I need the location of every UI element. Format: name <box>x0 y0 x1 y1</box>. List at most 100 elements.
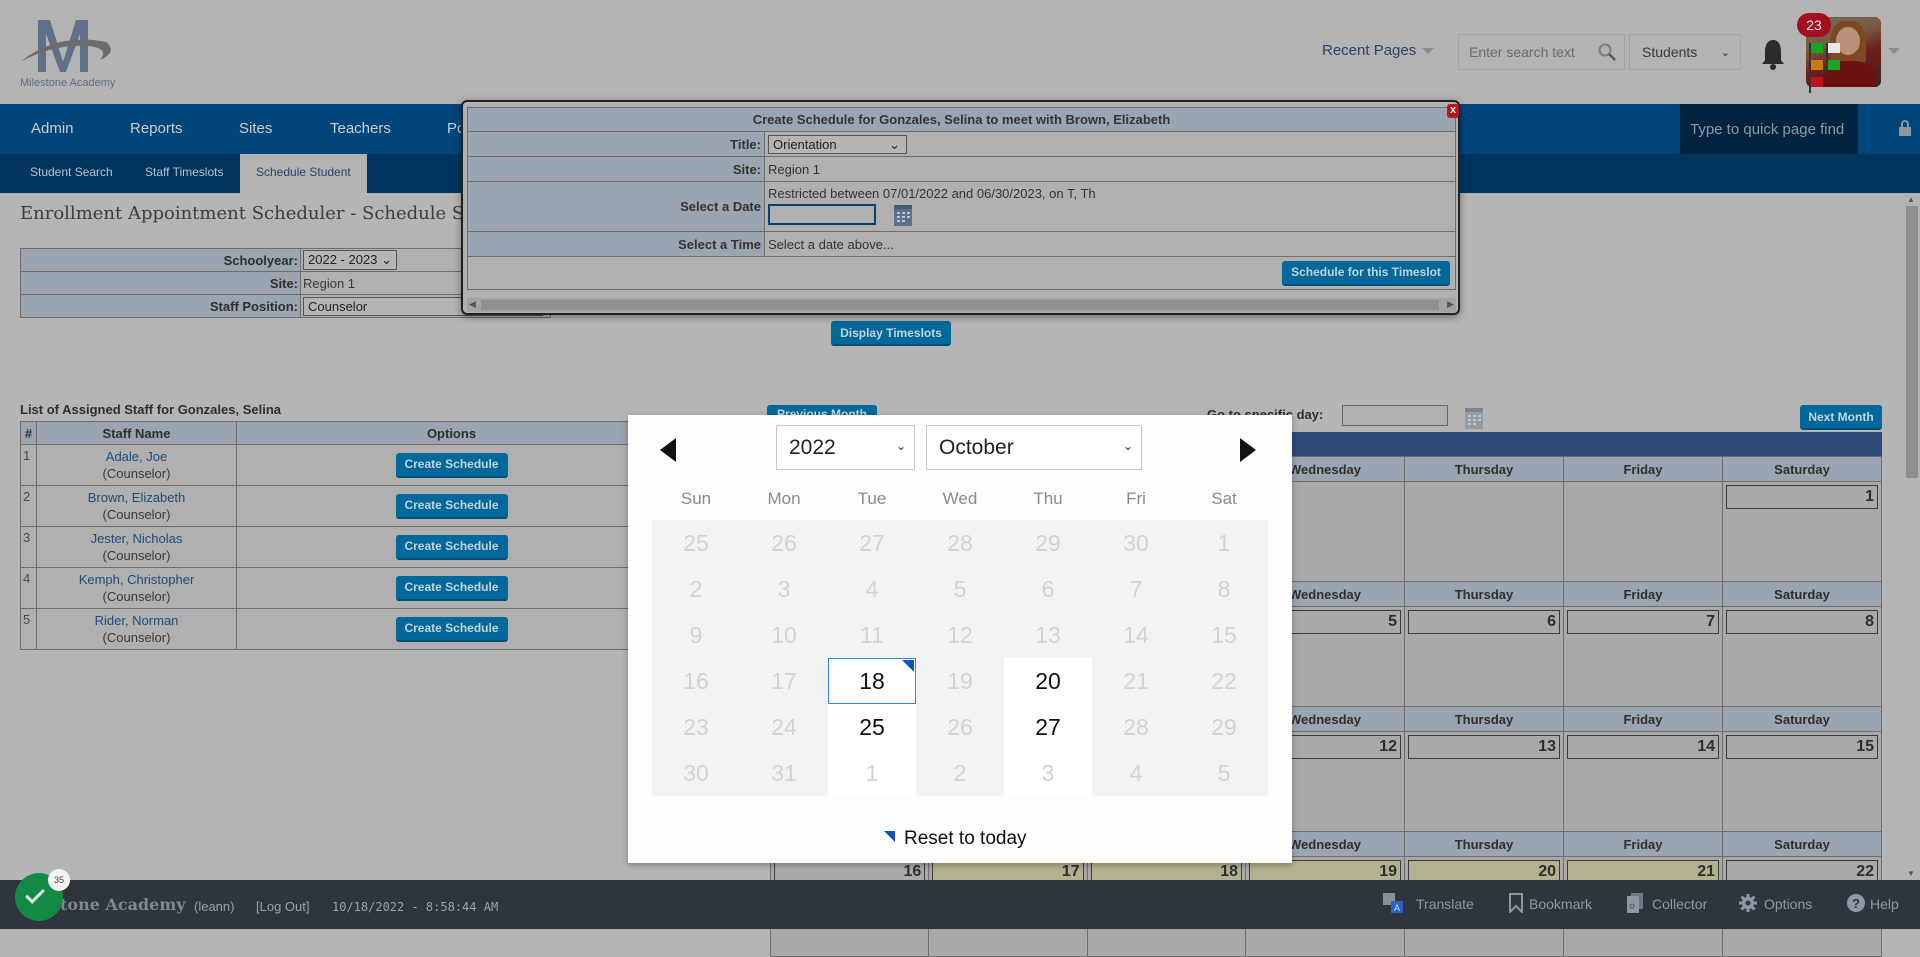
calendar-day[interactable]: 14 <box>1567 735 1719 759</box>
table-row: 3 Jester, Nicholas (Counselor) Create Sch… <box>20 526 667 568</box>
display-timeslots-button[interactable]: Display Timeslots <box>831 321 951 346</box>
create-schedule-button[interactable]: Create Schedule <box>395 616 508 642</box>
white-flag-icon <box>1826 43 1840 59</box>
tab-student-search[interactable]: Student Search <box>30 154 113 193</box>
weekday-label: Thu <box>1033 489 1063 508</box>
search-input[interactable] <box>1459 35 1589 69</box>
date-cell-available[interactable]: 25 <box>828 704 916 750</box>
create-schedule-button[interactable]: Create Schedule <box>395 575 508 601</box>
calendar-icon[interactable] <box>1464 404 1484 430</box>
date-cell: 11 <box>860 622 884 648</box>
next-month-arrow-icon[interactable] <box>1240 438 1256 462</box>
title-select-value: Orientation <box>773 136 837 152</box>
tab-staff-timeslots[interactable]: Staff Timeslots <box>145 154 223 193</box>
date-input[interactable] <box>768 203 876 225</box>
title-select[interactable]: Orientation ⌄ <box>768 134 907 154</box>
scrollbar-thumb[interactable] <box>481 300 1439 310</box>
page-scrollbar[interactable]: ▲ ▼ <box>1902 193 1920 880</box>
month-select-value: October <box>939 436 1014 459</box>
create-schedule-button[interactable]: Create Schedule <box>395 452 508 478</box>
scroll-up-icon[interactable]: ▲ <box>1907 195 1915 204</box>
calendar-day[interactable]: 13 <box>1408 735 1560 759</box>
options-button[interactable]: Options <box>1764 896 1812 912</box>
staff-name-link[interactable]: Kemph, Christopher <box>38 571 235 588</box>
row-number: 3 <box>20 526 37 568</box>
translate-button[interactable]: Translate <box>1416 896 1474 912</box>
calendar-icon[interactable] <box>892 201 914 227</box>
caret-down-icon[interactable] <box>1888 48 1900 54</box>
nav-item-admin[interactable]: Admin <box>31 120 74 137</box>
reset-to-today-link[interactable]: Reset to today <box>904 828 1027 850</box>
date-cell-available[interactable]: 20 <box>1004 658 1092 704</box>
green-flag-icon <box>1809 43 1823 59</box>
header: Milestone Academy Recent Pages Students … <box>0 0 1920 104</box>
lock-icon[interactable] <box>1899 120 1911 136</box>
gear-icon[interactable] <box>1738 893 1758 913</box>
calendar-day[interactable]: 7 <box>1567 610 1719 634</box>
date-cell: 2 <box>689 576 703 602</box>
date-cell-available[interactable]: 27 <box>1004 704 1092 750</box>
search-icon[interactable] <box>1598 43 1616 61</box>
column-header-options: Options <box>236 421 667 445</box>
weekday-header: Saturday <box>1722 831 1882 857</box>
collector-button[interactable]: Collector <box>1652 896 1707 912</box>
title-label: Title: <box>467 131 765 157</box>
bookmark-icon[interactable] <box>1506 893 1526 913</box>
help-button[interactable]: Help <box>1870 896 1899 912</box>
schoolyear-select[interactable]: 2022 - 2023 ⌄ <box>303 250 397 270</box>
create-schedule-button[interactable]: Create Schedule <box>395 534 508 560</box>
scroll-down-icon[interactable]: ▼ <box>1907 869 1915 878</box>
date-grid: 25 26 27 28 29 30 1 2 3 4 5 6 7 8 9 10 11 12 13 14 15 16 17 18 1… <box>652 520 1268 796</box>
date-cell: 3 <box>1004 750 1092 796</box>
collector-icon[interactable] <box>1625 893 1645 913</box>
recent-pages-menu[interactable]: Recent Pages <box>1322 42 1435 59</box>
scroll-left-icon[interactable]: ◀ <box>469 299 476 310</box>
calendar-day[interactable]: 8 <box>1726 610 1878 634</box>
date-cell: 6 <box>1041 576 1055 602</box>
nav-item-teachers[interactable]: Teachers <box>330 120 391 137</box>
nav-item-sites[interactable]: Sites <box>239 120 272 137</box>
date-cell-today[interactable]: 18 <box>828 658 916 704</box>
goto-day-input[interactable] <box>1342 405 1448 426</box>
weekday-label: Sun <box>680 489 712 508</box>
calendar-day[interactable]: 15 <box>1726 735 1878 759</box>
dialog-horizontal-scrollbar[interactable]: ◀ ▶ <box>467 298 1456 312</box>
next-month-button[interactable]: Next Month <box>1800 405 1882 430</box>
search-scope-value: Students <box>1642 44 1698 60</box>
row-number: 4 <box>20 567 37 609</box>
date-cell: 5 <box>953 576 967 602</box>
date-cell: 28 <box>1123 714 1149 740</box>
schedule-timeslot-button[interactable]: Schedule for this Timeslot <box>1282 260 1450 286</box>
nav-item-reports[interactable]: Reports <box>130 120 183 137</box>
quick-find-input[interactable] <box>1680 104 1858 154</box>
date-cell: 26 <box>771 530 797 556</box>
staff-name-link[interactable]: Jester, Nicholas <box>38 530 235 547</box>
tab-schedule-student[interactable]: Schedule Student <box>240 154 367 193</box>
search-scope-select[interactable]: Students ⌄ <box>1629 34 1741 70</box>
month-select[interactable]: October ⌄ <box>926 425 1142 470</box>
create-schedule-button[interactable]: Create Schedule <box>395 493 508 519</box>
staff-name-link[interactable]: Adale, Joe <box>38 448 235 465</box>
bell-icon[interactable] <box>1760 38 1786 70</box>
staff-name-link[interactable]: Rider, Norman <box>38 612 235 629</box>
help-icon[interactable]: ? <box>1846 893 1866 913</box>
calendar-day[interactable]: 6 <box>1408 610 1560 634</box>
close-icon[interactable]: x <box>1447 104 1459 118</box>
scroll-right-icon[interactable]: ▶ <box>1447 299 1454 310</box>
weekday-header: Thursday <box>1404 706 1564 732</box>
quick-find <box>1680 104 1858 154</box>
staff-name-link[interactable]: Brown, Elizabeth <box>38 489 235 506</box>
column-header-number: # <box>20 421 37 445</box>
scrollbar-thumb[interactable] <box>1906 206 1918 478</box>
logout-link[interactable]: [Log Out] <box>256 899 309 914</box>
date-cell: 30 <box>683 760 709 786</box>
footer-bar: tone Academy (leann) [Log Out] 10/18/202… <box>0 880 1920 929</box>
year-select[interactable]: 2022 ⌄ <box>776 425 915 470</box>
tasks-count-badge: 35 <box>48 869 70 891</box>
schoolyear-label: Schoolyear: <box>20 248 301 272</box>
date-cell: 5 <box>1217 760 1231 786</box>
bookmark-button[interactable]: Bookmark <box>1529 896 1592 912</box>
previous-month-arrow-icon[interactable] <box>660 438 676 462</box>
translate-icon[interactable]: A <box>1383 893 1403 913</box>
calendar-day[interactable]: 1 <box>1726 485 1878 509</box>
